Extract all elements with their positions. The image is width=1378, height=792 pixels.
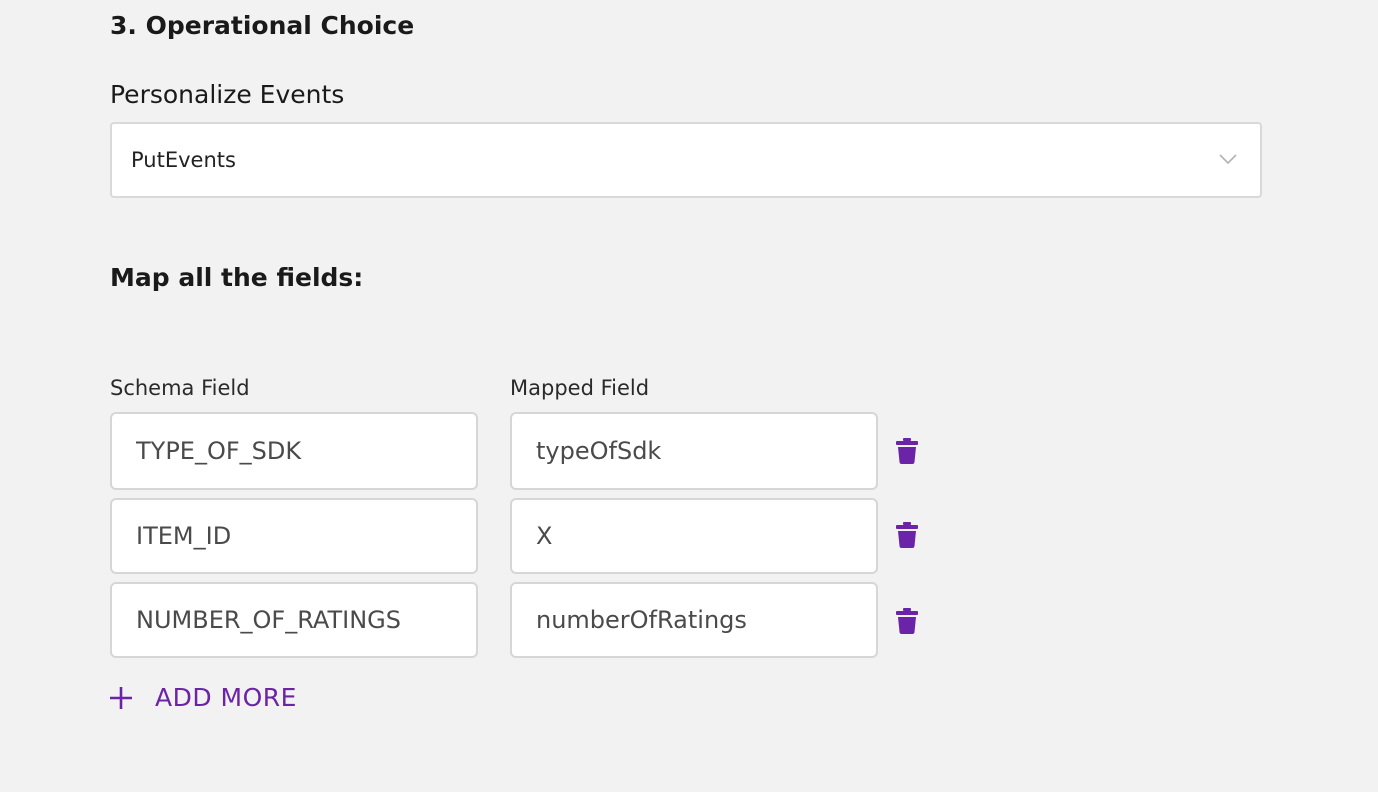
section-title: 3. Operational Choice	[110, 11, 415, 40]
mapped-field-input[interactable]	[510, 412, 878, 490]
map-fields-title: Map all the fields:	[110, 263, 364, 292]
schema-field-input[interactable]	[110, 582, 478, 658]
trash-icon[interactable]	[895, 522, 919, 548]
trash-icon[interactable]	[895, 438, 919, 464]
chevron-down-icon	[1219, 154, 1237, 165]
mapped-field-input[interactable]	[510, 498, 878, 574]
mapped-field-header: Mapped Field	[510, 376, 650, 400]
schema-field-input[interactable]	[110, 498, 478, 574]
schema-field-input[interactable]	[110, 412, 478, 490]
add-more-button[interactable]: ADD MORE	[108, 680, 297, 716]
add-more-label: ADD MORE	[155, 683, 297, 712]
select-value: PutEvents	[131, 148, 236, 172]
trash-icon[interactable]	[895, 608, 919, 634]
personalize-events-select[interactable]: PutEvents	[110, 122, 1262, 198]
personalize-events-label: Personalize Events	[110, 80, 345, 109]
plus-icon	[110, 687, 132, 709]
mapped-field-input[interactable]	[510, 582, 878, 658]
schema-field-header: Schema Field	[110, 376, 250, 400]
